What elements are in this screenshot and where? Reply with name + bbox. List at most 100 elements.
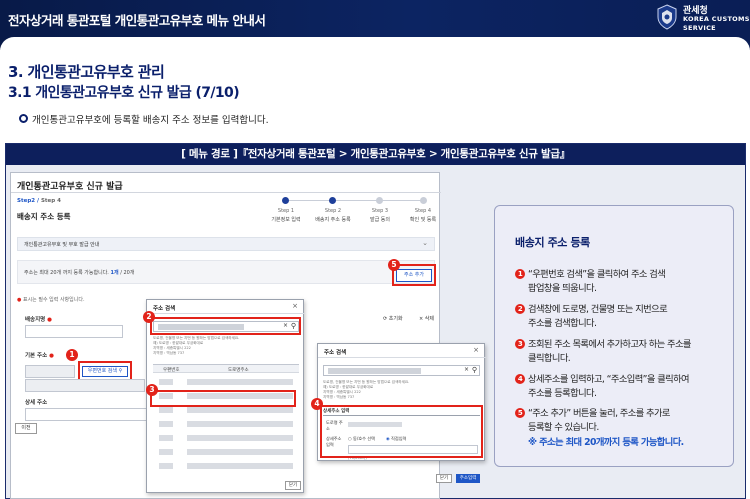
desc-line: 검색창에 도로명, 건물명 또는 지번으로 [528,304,668,315]
required-star-icon: ● [47,317,52,323]
table-row[interactable] [187,421,293,427]
step-dot-1 [282,197,289,204]
search-input[interactable]: ⚲ × [323,365,480,376]
address-apply-button[interactable]: 주소입력 [456,474,480,483]
description-item-5: 5 “주소 추가” 버튼을 눌러, 주소를 추가로 등록할 수 있습니다. [515,407,670,435]
step-2-badge: 2 [515,304,525,314]
zip-code-input[interactable] [25,365,75,378]
step-num-1: Step 1 [277,208,295,214]
basic-address-input[interactable] [25,379,145,392]
desc-line: 상세주소를 입력하고, “주소입력”을 클릭하여 [528,374,690,385]
table-row[interactable] [159,379,173,385]
detail-address-input[interactable] [25,408,155,421]
desc-line: 팝업창을 띄웁니다. [528,283,597,294]
tip-line: 지역명 : 역삼동 737 [153,351,185,355]
customs-emblem-icon [657,4,677,30]
prev-button[interactable]: 이전 [15,423,37,434]
description-item-4: 4 상세주소를 입력하고, “주소입력”을 클릭하여 주소를 등록합니다. [515,373,690,401]
divider [147,313,305,314]
highlight-box-2 [150,317,301,335]
highlight-box-1 [78,361,132,381]
description-note: ※ 주소는 최대 20개까지 등록 가능합니다. [528,437,684,448]
callout-2-badge: 2 [143,311,155,323]
org-name-english-line2: SERVICE [683,24,716,32]
close-icon[interactable]: × [292,302,298,310]
result-table-header: 우편번호 도로명주소 [153,364,299,373]
step-name-2: 배송지 주소 등록 [315,217,351,223]
callout-4-badge: 4 [311,398,323,410]
notice-prefix: 주소는 최대 20개 까지 등록 가능합니다. [24,270,109,276]
step-num-2: Step 2 [324,208,342,214]
tip-line: 지역명 : 역삼동 737 [323,395,355,399]
table-row[interactable] [159,407,173,413]
callout-5-badge: 5 [388,259,400,271]
highlight-box-3 [150,390,296,407]
reset-label: 초기화 [388,316,403,322]
section-subtitle: 3.1 개인통관고유부호 신규 발급 (7/10) [8,85,240,101]
address-count-notice: 주소는 최대 20개 까지 등록 가능합니다. 1개 / 20개 [17,260,435,284]
delete-link[interactable]: × 삭제 [419,315,434,322]
table-row[interactable] [187,407,293,413]
table-row[interactable] [187,379,293,385]
table-row[interactable] [187,449,293,455]
close-icon[interactable]: × [473,346,479,354]
popup-detail-title: 주소 검색 [324,350,347,356]
table-row[interactable] [159,449,173,455]
banner-curve-divider [0,37,750,57]
stepper-line [286,200,421,201]
desc-line: “주소 추가” 버튼을 눌러, 주소를 추가로 [528,408,670,419]
required-note: ● 표시는 필수 입력 사항입니다. [17,296,85,303]
detail-close-button[interactable]: 닫기 [436,474,452,483]
basic-address-label-text: 기본 주소 [25,353,48,359]
description-item-2: 2 검색창에 도로명, 건물명 또는 지번으로 주소를 검색합니다. [515,303,668,331]
shot-page-title: 개인통관고유부호 신규 발급 [17,182,123,192]
description-item-1: 1 “우편번호 검색”을 클릭하여 주소 검색 팝업창을 띄웁니다. [515,268,666,296]
section-title: 3. 개인통관고유부호 관리 [8,63,165,81]
notice-text: 주소는 최대 20개 까지 등록 가능합니다. 1개 / 20개 [24,269,134,276]
desc-line: 등록할 수 있습니다. [528,422,599,433]
shipping-name-label: 배송지명 ● [25,315,52,323]
callout-3-badge: 3 [146,384,158,396]
menu-path-header: [ 메뉴 경로 ]『전자상거래 통관포털 > 개인통관고유부호 > 개인통관고유… [6,144,745,165]
step-name-4: 확인 및 등록 [409,217,437,223]
notice-suffix: / 20개 [120,270,135,276]
divider [318,357,486,358]
required-note-text: 표시는 필수 입력 사항입니다. [22,297,85,303]
accordion-label: 개인통관고유부호 및 부호 발급 안내 [24,242,100,248]
table-row[interactable] [159,435,173,441]
table-row[interactable] [159,463,173,469]
search-tips: 도로명, 건물명 또는 지번 등 원하는 방법으로 검색하세요. 예) 도로명 … [153,336,239,356]
step-dot-4 [420,197,427,204]
shipping-name-input[interactable] [25,325,123,338]
step-name-1: 기본정보 입력 [271,217,301,223]
required-star-icon: ● [17,297,22,303]
table-row[interactable] [187,463,293,469]
org-name-english-line1: KOREA CUSTOMS [683,15,750,23]
reset-link[interactable]: ⟳ 초기화 [383,315,403,322]
description-panel: 배송지 주소 등록 1 “우편번호 검색”을 클릭하여 주소 검색 팝업창을 띄… [494,205,734,467]
delete-label: 삭제 [424,316,434,322]
desc-line: 주소를 검색합니다. [528,318,597,329]
shot-section-title: 배송지 주소 등록 [17,212,71,221]
guide-accordion[interactable]: 개인통관고유부호 및 부호 발급 안내 ⌄ [17,237,435,251]
table-row[interactable] [159,421,173,427]
step-num-4: Step 4 [414,208,432,214]
clear-icon[interactable]: × [464,366,469,373]
step-dot-3 [376,197,383,204]
col-zip: 우편번호 [163,368,180,373]
popup-close-button[interactable]: 닫기 [285,481,301,490]
notice-count: 1개 [110,270,119,276]
table-row[interactable] [187,435,293,441]
search-icon[interactable]: ⚲ [472,366,477,374]
basic-address-label: 기본 주소 ● [25,351,54,359]
bullet-text: 개인통관고유부호에 등록할 배송지 주소 정보를 입력합니다. [32,115,269,126]
step-name-3: 발급 동의 [370,217,390,223]
step-current: Step2 [17,198,36,204]
banner-title: 전자상거래 통관포털 개인통관고유부호 메뉴 안내서 [8,13,266,28]
step-1-badge: 1 [515,269,525,279]
search-tips: 도로명, 건물명 또는 지번 등 원하는 방법으로 검색하세요. 예) 도로명 … [323,380,409,400]
highlight-box-4 [320,405,483,458]
desc-line: 조회된 주소 목록에서 추가하고자 하는 주소를 [528,339,691,350]
desc-line: “우편번호 검색”을 클릭하여 주소 검색 [528,269,666,280]
col-road: 도로명주소 [228,368,249,373]
